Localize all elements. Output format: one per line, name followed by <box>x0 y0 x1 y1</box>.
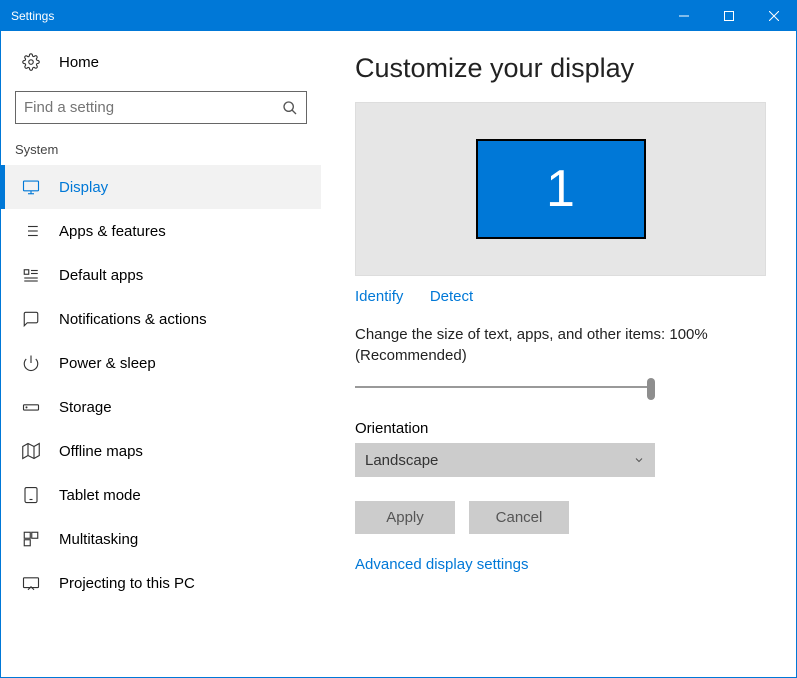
slider-thumb[interactable] <box>647 378 655 400</box>
search-input[interactable] <box>24 99 282 116</box>
page-title: Customize your display <box>355 53 766 84</box>
home-label: Home <box>59 54 99 71</box>
sidebar-item-offline-maps[interactable]: Offline maps <box>1 429 321 473</box>
orientation-value: Landscape <box>365 452 438 469</box>
sidebar-item-label: Multitasking <box>59 531 138 548</box>
detect-link[interactable]: Detect <box>430 288 473 305</box>
chevron-down-icon <box>633 454 645 466</box>
sidebar-item-default-apps[interactable]: Default apps <box>1 253 321 297</box>
scaling-text: Change the size of text, apps, and other… <box>355 324 766 366</box>
tablet-icon <box>21 486 41 504</box>
sidebar-item-label: Tablet mode <box>59 487 141 504</box>
gear-icon <box>21 53 41 71</box>
sidebar-item-label: Display <box>59 179 108 196</box>
sidebar-item-tablet-mode[interactable]: Tablet mode <box>1 473 321 517</box>
titlebar: Settings <box>1 1 796 31</box>
orientation-dropdown[interactable]: Landscape <box>355 443 655 477</box>
map-icon <box>21 442 41 460</box>
sidebar-item-label: Power & sleep <box>59 355 156 372</box>
search-box[interactable] <box>15 91 307 124</box>
power-icon <box>21 354 41 372</box>
content-area: Home System Display Apps & features Defa… <box>1 31 796 677</box>
storage-icon <box>21 398 41 416</box>
sidebar-item-label: Default apps <box>59 267 143 284</box>
minimize-button[interactable] <box>661 1 706 31</box>
multitasking-icon <box>21 530 41 548</box>
sidebar-item-apps-features[interactable]: Apps & features <box>1 209 321 253</box>
sidebar-item-multitasking[interactable]: Multitasking <box>1 517 321 561</box>
button-row: Apply Cancel <box>355 501 766 534</box>
sidebar-item-label: Offline maps <box>59 443 143 460</box>
sidebar-item-notifications[interactable]: Notifications & actions <box>1 297 321 341</box>
identify-link[interactable]: Identify <box>355 288 403 305</box>
window-controls <box>661 1 796 31</box>
sidebar: Home System Display Apps & features Defa… <box>1 31 321 677</box>
display-monitor-1[interactable]: 1 <box>476 139 646 239</box>
search-icon <box>282 100 298 116</box>
advanced-display-settings-link[interactable]: Advanced display settings <box>355 556 528 573</box>
sidebar-item-label: Projecting to this PC <box>59 575 195 592</box>
sidebar-item-label: Apps & features <box>59 223 166 240</box>
sidebar-item-power-sleep[interactable]: Power & sleep <box>1 341 321 385</box>
default-apps-icon <box>21 266 41 284</box>
notification-icon <box>21 310 41 328</box>
orientation-label: Orientation <box>355 420 766 437</box>
maximize-button[interactable] <box>706 1 751 31</box>
apply-button[interactable]: Apply <box>355 501 455 534</box>
sidebar-item-label: Notifications & actions <box>59 311 207 328</box>
display-actions: Identify Detect <box>355 288 766 306</box>
projecting-icon <box>21 574 41 592</box>
sidebar-item-projecting[interactable]: Projecting to this PC <box>1 561 321 605</box>
display-preview-area[interactable]: 1 <box>355 102 766 276</box>
list-icon <box>21 222 41 240</box>
close-button[interactable] <box>751 1 796 31</box>
monitor-icon <box>21 178 41 196</box>
sidebar-item-storage[interactable]: Storage <box>1 385 321 429</box>
main-panel: Customize your display 1 Identify Detect… <box>321 31 796 677</box>
home-button[interactable]: Home <box>1 41 321 83</box>
cancel-button[interactable]: Cancel <box>469 501 569 534</box>
scaling-slider[interactable] <box>355 374 655 402</box>
sidebar-item-display[interactable]: Display <box>1 165 321 209</box>
sidebar-item-label: Storage <box>59 399 112 416</box>
slider-track <box>355 386 655 388</box>
section-label: System <box>1 138 321 165</box>
window-title: Settings <box>1 9 661 23</box>
